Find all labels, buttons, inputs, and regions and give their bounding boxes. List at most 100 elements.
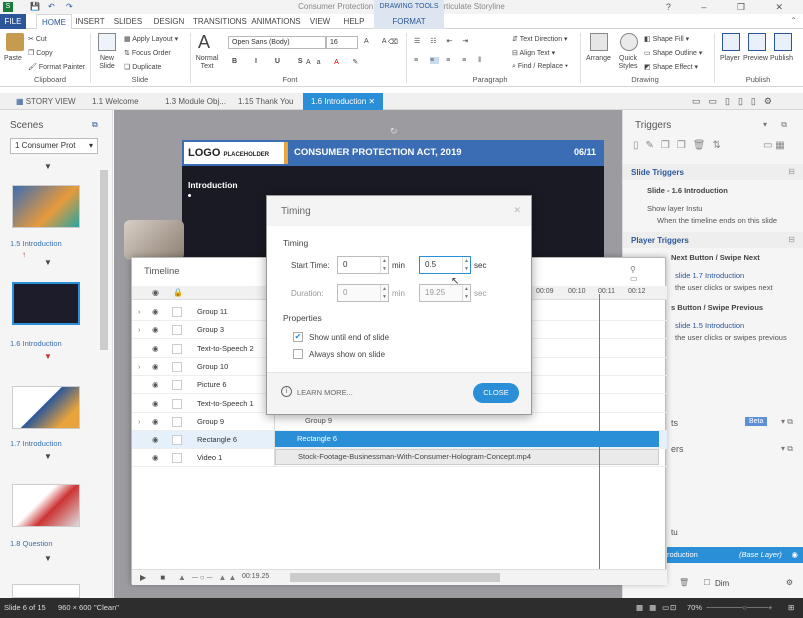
font-style-buttons[interactable]: B I U S: [232, 58, 311, 65]
copy-button[interactable]: ❐ Copy: [28, 49, 53, 57]
new-slide-button[interactable]: New Slide: [94, 55, 120, 71]
expand-arrow-icon[interactable]: ›: [138, 303, 141, 321]
new-slide-icon[interactable]: [98, 33, 116, 51]
player-button[interactable]: Player: [720, 55, 740, 62]
collapse-icon[interactable]: ⊟: [788, 167, 795, 176]
eye-icon[interactable]: ◉: [152, 413, 159, 431]
trigger-view-icon[interactable]: ▭ ▦: [763, 140, 785, 151]
expand-arrow-icon[interactable]: ›: [138, 358, 141, 376]
font-color-buttons[interactable]: Aa A ✎: [306, 58, 364, 66]
lock-checkbox[interactable]: [172, 361, 182, 372]
font-size-select[interactable]: 16: [326, 36, 358, 49]
tab-slide-1-15[interactable]: 1.15 Thank You: [238, 93, 293, 110]
slide-label-1-5[interactable]: 1.5 Introduction: [10, 239, 62, 248]
focus-order-button[interactable]: ⇅ Focus Order: [124, 49, 171, 57]
eye-icon[interactable]: ◉: [152, 395, 159, 413]
scenes-popout-icon[interactable]: ⧉: [92, 120, 98, 130]
tab-design[interactable]: DESIGN: [152, 14, 186, 29]
publish-button[interactable]: Publish: [770, 55, 793, 62]
tab-slides[interactable]: SLIDES: [112, 14, 144, 29]
format-painter-button[interactable]: 🖌 Format Painter: [28, 63, 85, 71]
expand-arrow-icon[interactable]: ›: [138, 413, 141, 431]
font-name-select[interactable]: Open Sans (Body): [228, 36, 326, 49]
eye-icon[interactable]: ◉: [152, 449, 159, 467]
expand-arrow-icon[interactable]: ›: [138, 321, 141, 339]
prev-when[interactable]: the user clicks or swipes previous: [675, 333, 787, 342]
slide-thumb-1-6[interactable]: [12, 282, 80, 325]
panel-controls[interactable]: ▾ ⧉: [763, 120, 793, 130]
list-buttons[interactable]: ☰ ☷ ⇤ ⇥: [414, 37, 472, 45]
slide-thumb-1-8[interactable]: [12, 484, 80, 527]
video-bar[interactable]: Stock-Footage-Businessman-With-Consumer-…: [275, 449, 659, 465]
publish-icon[interactable]: [774, 33, 792, 51]
apply-layout-button[interactable]: ▦ Apply Layout ▾: [124, 35, 178, 43]
paste-icon[interactable]: [6, 33, 24, 51]
show-until-end-label[interactable]: Show until end of slide: [309, 333, 389, 342]
gear-icon[interactable]: ⚙: [786, 578, 793, 587]
slide-label-1-6[interactable]: 1.6 Introduction: [10, 339, 62, 348]
ribbon-collapse-icon[interactable]: ⌃: [790, 16, 797, 25]
player-icon[interactable]: [722, 33, 740, 51]
playback-controls[interactable]: ▶ ■: [140, 573, 171, 582]
start-min-input[interactable]: 0 ▲ ▼: [337, 256, 389, 274]
eye-icon[interactable]: ◉: [152, 358, 159, 376]
tab-slide-1-3[interactable]: 1.3 Module Obj...: [165, 93, 226, 110]
lock-checkbox[interactable]: [172, 416, 182, 427]
eye-icon[interactable]: ◉: [152, 288, 159, 297]
dim-label[interactable]: Dim: [715, 579, 729, 588]
find-replace-button[interactable]: ⌕ Find / Replace ▾: [512, 63, 568, 71]
tab-slide-1-6[interactable]: 1.6 Introduction ✕: [303, 93, 384, 110]
tab-slide-1-1[interactable]: 1.1 Welcome: [92, 93, 139, 110]
tab-format[interactable]: FORMAT: [374, 14, 444, 29]
next-target[interactable]: slide 1.7 Introduction: [675, 271, 744, 280]
close-icon[interactable]: ✕: [513, 205, 521, 216]
tab-story-view[interactable]: ▦ STORY VIEW: [16, 93, 76, 110]
trigger-toolbar[interactable]: ▯✎❐❐🗑⇅: [633, 140, 728, 151]
slide-thumb-1-7[interactable]: [12, 386, 80, 429]
show-until-end-checkbox[interactable]: ✔: [293, 332, 303, 342]
scenes-scrollbar[interactable]: [100, 170, 108, 350]
prev-button-trigger[interactable]: s Button / Swipe Previous: [671, 303, 763, 312]
scene-select[interactable]: 1 Consumer Prot ▾: [10, 138, 98, 154]
quick-styles-button[interactable]: Quick Styles: [616, 55, 640, 71]
arrange-icon[interactable]: [590, 33, 608, 51]
lock-checkbox[interactable]: [172, 325, 182, 336]
paste-button[interactable]: Paste: [4, 55, 22, 62]
lock-checkbox[interactable]: [172, 453, 182, 464]
tab-transitions[interactable]: TRANSITIONS: [193, 14, 247, 29]
duplicate-button[interactable]: ❏ Duplicate: [124, 63, 161, 71]
tab-home[interactable]: HOME: [36, 14, 72, 30]
slide-label-1-8[interactable]: 1.8 Question: [10, 539, 53, 548]
window-controls[interactable]: ? – ❐ ✕: [666, 0, 797, 14]
lock-icon[interactable]: 🔒: [173, 288, 183, 297]
preview-button[interactable]: Preview: [743, 55, 768, 62]
close-icon[interactable]: ✕: [368, 97, 375, 106]
tab-view[interactable]: VIEW: [307, 14, 333, 29]
learn-more-link[interactable]: LEARN MORE...: [297, 388, 353, 397]
always-show-label[interactable]: Always show on slide: [309, 350, 385, 359]
timeline-hscroll[interactable]: [290, 573, 500, 582]
eye-icon[interactable]: ◉: [791, 547, 798, 563]
timeline-controls[interactable]: ⚲ ▭: [630, 265, 665, 283]
lock-checkbox[interactable]: [172, 307, 182, 317]
eye-icon[interactable]: ◉: [152, 431, 159, 449]
start-sec-input[interactable]: 0.5 ▲ ▼: [419, 256, 471, 274]
tab-file[interactable]: FILE: [0, 14, 26, 29]
trigger-when[interactable]: When the timeline ends on this slide: [657, 216, 777, 225]
eye-icon[interactable]: ◉: [152, 303, 159, 321]
cut-button[interactable]: ✂ Cut: [28, 35, 47, 43]
rotate-handle-icon[interactable]: ↻: [390, 126, 398, 137]
prev-target[interactable]: slide 1.5 Introduction: [675, 321, 744, 330]
lock-checkbox[interactable]: [172, 435, 182, 446]
zoom-slider[interactable]: ▲ ─○─ ▲▲: [178, 573, 238, 582]
tab-help[interactable]: HELP: [340, 14, 368, 29]
always-show-checkbox[interactable]: [293, 349, 303, 359]
duration-min-input[interactable]: 0 ▲ ▼: [337, 284, 389, 302]
duration-sec-input[interactable]: 19.25 ▲ ▼: [419, 284, 471, 302]
clear-format-icon[interactable]: ⌫: [388, 38, 398, 46]
shape-outline-button[interactable]: ▭ Shape Outline ▾: [644, 49, 702, 57]
panel-controls[interactable]: ▾ ⧉: [781, 444, 793, 454]
tab-animations[interactable]: ANIMATIONS: [251, 14, 301, 29]
base-layer-row[interactable]: roduction (Base Layer) ◉: [667, 547, 803, 563]
quick-styles-icon[interactable]: [620, 33, 638, 51]
